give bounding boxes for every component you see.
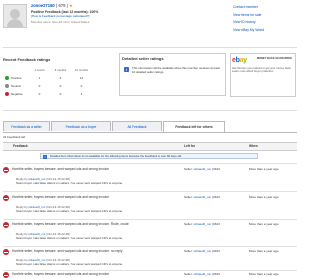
- ratings-value: 0: [80, 84, 83, 88]
- ratings-row-positive: Positive 1 2 14: [3, 74, 92, 82]
- star-icon: ★: [69, 3, 73, 8]
- reply-text: Scam buyer. Has false claims on sellers.…: [16, 235, 123, 240]
- negative-icon: [3, 272, 9, 278]
- negative-icon: [3, 222, 9, 228]
- feedback-when: More than a year ago: [249, 272, 279, 276]
- feedback-when: More than a year ago: [249, 249, 279, 253]
- ratings-header-row: 1 month 6 months 12 months: [3, 66, 92, 74]
- divider: [3, 110, 297, 111]
- seller-link[interactable]: ultrasvift_mc: [194, 195, 211, 199]
- dsr-title: Detailed seller ratings: [122, 56, 164, 61]
- negative-icon: [3, 195, 9, 201]
- left-for-seller: Seller: ultrasvift_mc (3323: [184, 249, 220, 253]
- ratings-value: 0: [38, 84, 41, 88]
- feedback-count: 24 Feedback left: [3, 135, 26, 139]
- seller-reply: Reply by ultrasvift_mc (Oct-13-15 22:48)…: [16, 177, 123, 185]
- col-feedback: Feedback: [13, 144, 28, 148]
- seller-link[interactable]: ultrasvift_mc: [194, 167, 211, 171]
- ratings-value[interactable]: 2: [71, 90, 92, 98]
- info-icon: i: [124, 67, 129, 72]
- ratings-value: 0: [38, 92, 41, 96]
- ratings-row-neutral: Neutral 0 0 0: [3, 82, 92, 90]
- feedback-when: More than a year ago: [249, 195, 279, 199]
- left-for-seller: Seller: ultrasvift_mc (3323: [184, 167, 220, 171]
- recent-ratings-title: Recent Feedback ratings: [3, 57, 51, 62]
- feedback-comment: Horrible seller, buyers beware. sent war…: [12, 167, 109, 171]
- view-id-history-link[interactable]: View ID history: [233, 19, 264, 27]
- feedback-comment: Horrible seller, buyers beware. sent war…: [12, 272, 109, 276]
- ebay-logo: ebay: [232, 57, 247, 64]
- seller-reply: Reply by ultrasvift_mc (Oct-13-15 22:48)…: [16, 205, 123, 213]
- feedback-tabs: Feedback as a seller Feedback as a buyer…: [3, 121, 297, 133]
- dsr-info: i This information will be available whe…: [124, 66, 221, 87]
- view-items-link[interactable]: View items for sale: [233, 12, 264, 20]
- profile-avatar: [3, 4, 27, 28]
- guarantee-text[interactable]: Get the item you ordered or get your mon…: [232, 67, 292, 74]
- seller-reply: Reply by ultrasvift_mc (Oct-13-15 22:48)…: [16, 232, 123, 240]
- row-divider: [3, 270, 297, 271]
- feedback-comment: Horrible seller, buyers beware. sent war…: [12, 195, 109, 199]
- seller-link[interactable]: ultrasvift_mc: [194, 249, 211, 253]
- row-divider: [3, 246, 297, 247]
- seller-link[interactable]: ultrasvift_mc: [194, 272, 211, 276]
- ratings-header-6-months: 6 months: [54, 68, 67, 72]
- reply-text: Scam buyer. Has false claims on sellers.…: [16, 180, 123, 185]
- contact-member-link[interactable]: Contact member: [233, 4, 264, 12]
- profile-username[interactable]: zonoe27160 ( 679 ) ★: [31, 3, 73, 8]
- neutral-icon: [5, 84, 9, 89]
- reply-text: Scam buyer. Has false claims on sellers.…: [16, 208, 123, 213]
- row-divider: [3, 191, 297, 192]
- ratings-label: Positive: [11, 75, 22, 80]
- dsr-info-text: This information will be available when …: [132, 66, 220, 74]
- feedback-comment: Horrible seller, buyers beware. sent war…: [12, 222, 129, 226]
- view-my-world-link[interactable]: View eBay My World: [233, 27, 264, 35]
- notice-text: Detailed item information is not availab…: [50, 154, 182, 158]
- ratings-label: Negative: [11, 91, 23, 96]
- negative-icon: [3, 249, 9, 255]
- ratings-value[interactable]: 1: [29, 74, 50, 82]
- divider: [3, 47, 297, 48]
- recent-ratings-table: 1 month 6 months 12 months Positive 1 2 …: [3, 66, 92, 98]
- reply-text: Scam buyer. Has false claims on sellers.…: [16, 261, 123, 266]
- feedback-calc-link[interactable]: [How is Feedback percentage calculated?]: [31, 14, 89, 18]
- ratings-header-blank: [3, 66, 29, 74]
- tab-feedback-as-buyer[interactable]: Feedback as a buyer: [51, 121, 111, 131]
- tab-feedback-as-seller[interactable]: Feedback as a seller: [3, 121, 50, 131]
- member-since: Member since: Nov-22-10 in United States: [31, 20, 90, 24]
- ratings-value: 0: [59, 92, 62, 96]
- left-for-seller: Seller: ultrasvift_mc (3323: [184, 195, 220, 199]
- feedback-when: More than a year ago: [249, 222, 279, 226]
- seller-reply: Reply by ultrasvift_mc (Oct-13-15 22:48)…: [16, 258, 123, 266]
- negative-icon: [3, 167, 9, 173]
- profile-action-links: Contact member View items for sale View …: [233, 4, 264, 35]
- positive-icon: [5, 76, 9, 81]
- feedback-comment: Horrible seller, buyers beware. sent war…: [12, 249, 123, 253]
- ratings-row-negative: Negative 0 0 2: [3, 90, 92, 98]
- feedback-when: More than a year ago: [249, 167, 279, 171]
- left-for-seller: Seller: ultrasvift_mc (3323: [184, 272, 220, 276]
- row-divider: [3, 219, 297, 220]
- col-when: When: [249, 144, 258, 148]
- seller-link[interactable]: ultrasvift_mc: [194, 222, 211, 226]
- negative-icon: [5, 92, 9, 97]
- col-left-for: Left for: [184, 144, 195, 148]
- tab-all-feedback[interactable]: All Feedback: [112, 121, 162, 131]
- ratings-label: Neutral: [11, 83, 21, 88]
- ratings-header-1-month: 1 month: [34, 68, 45, 72]
- feedback-column-header: Feedback Left for When: [3, 142, 297, 151]
- left-for-seller: Seller: ultrasvift_mc (3323: [184, 222, 220, 226]
- ratings-value: 0: [59, 84, 62, 88]
- ratings-header-12-months: 12 months: [74, 68, 89, 72]
- username-link[interactable]: zonoe27160: [31, 3, 55, 8]
- tab-feedback-left-for-others[interactable]: Feedback left for others: [163, 121, 225, 132]
- row-divider: [3, 163, 297, 164]
- ratings-value[interactable]: 14: [71, 74, 92, 82]
- feedback-age-notice: i Detailed item information is not avail…: [40, 153, 258, 159]
- guarantee-label: MONEY BACK GUARANTEE: [257, 57, 292, 60]
- feedback-score[interactable]: ( 679 ): [56, 3, 68, 8]
- ratings-value[interactable]: 2: [50, 74, 71, 82]
- info-icon: i: [43, 154, 47, 159]
